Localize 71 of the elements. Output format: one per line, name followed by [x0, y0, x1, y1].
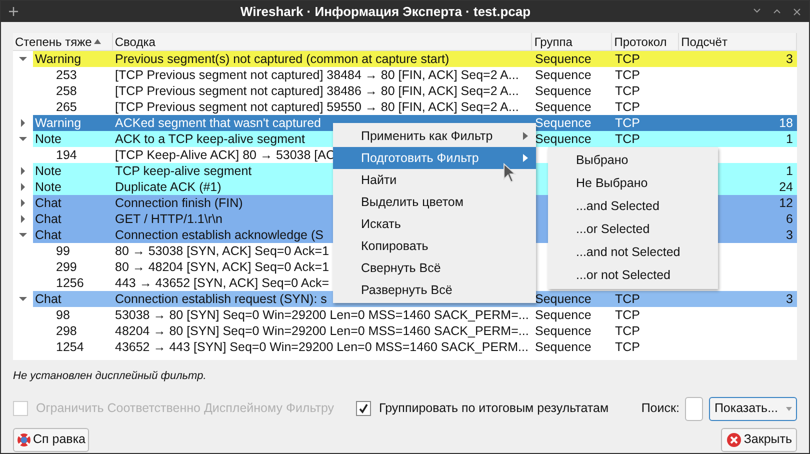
checkbox-label: Группировать по итоговым результатам	[379, 400, 609, 418]
summary-cell: Connection establish acknowledge (S	[115, 228, 324, 242]
packet-number: 258	[55, 84, 78, 98]
summary-cell: Duplicate ACK (#1)	[115, 180, 222, 194]
packet-number: 1256	[55, 276, 85, 290]
summary-cell: GET / HTTP/1.1\r\n	[115, 212, 222, 226]
summary-cell: 80 → 48204 [SYN, ACK] Seq=0 Ack=1	[115, 260, 330, 274]
protocol-cell: TCP	[615, 52, 640, 66]
count-cell: 3	[786, 228, 793, 242]
summary-cell: TCP keep-alive segment	[115, 164, 252, 178]
protocol-cell: TCP	[615, 308, 640, 322]
group-cell: Sequence	[535, 68, 592, 82]
group-cell: Sequence	[535, 340, 592, 354]
group-cell: Sequence	[535, 292, 592, 306]
count-cell: 12	[779, 196, 793, 210]
protocol-cell: TCP	[615, 132, 640, 146]
checkbox-label: Ограничить Соответственно Дисплейному Фильтру	[36, 400, 334, 418]
group-cell: Sequence	[535, 84, 592, 98]
severity-cell-text: Note	[34, 132, 62, 146]
count-cell: 6	[786, 212, 793, 226]
window-title: Wireshark · Информация Эксперта · test.pcap	[239, 2, 532, 21]
packet-number: 99	[55, 244, 71, 258]
protocol-cell: TCP	[615, 116, 640, 130]
protocol-cell: TCP	[615, 100, 640, 114]
packet-number: 253	[55, 68, 78, 82]
group-cell: Sequence	[535, 100, 592, 114]
group-cell: Sequence	[535, 116, 592, 130]
summary-cell: 80 → 53038 [SYN, ACK] Seq=0 Ack=1	[115, 244, 330, 258]
summary-cell: Connection establish request (SYN): s	[115, 292, 327, 306]
group-cell: Sequence	[535, 308, 592, 322]
severity-cell-text: Chat	[34, 212, 62, 226]
summary-cell: 53038 → 80 [SYN] Seq=0 Win=29200 Len=0 MSS=1460 SACK_PERM=...	[115, 308, 529, 322]
packet-number: 299	[55, 260, 78, 274]
severity-cell-text: Note	[34, 180, 62, 194]
summary-cell: [TCP Previous segment not captured] 59550 → 80 [FIN, ACK] Seq=2 A...	[115, 100, 519, 114]
count-cell: 1	[786, 132, 793, 146]
group-cell: Sequence	[535, 324, 592, 338]
search-label: Поиск:	[641, 400, 680, 418]
count-cell: 3	[786, 292, 793, 306]
severity-cell-text: Warning	[34, 116, 82, 130]
severity-cell-text: Note	[34, 164, 62, 178]
protocol-cell: TCP	[615, 340, 640, 354]
count-cell: 24	[779, 180, 793, 194]
protocol-cell: TCP	[615, 324, 640, 338]
summary-cell: 48204 → 80 [SYN] Seq=0 Win=29200 Len=0 MSS=1460 SACK_PERM=...	[115, 324, 529, 338]
count-cell: 1	[786, 164, 793, 178]
summary-cell: ACK to a TCP keep-alive segment	[115, 132, 305, 146]
summary-cell: Previous segment(s) not captured (common at capture start)	[115, 52, 450, 66]
packet-number: 298	[55, 324, 78, 338]
protocol-cell: TCP	[615, 68, 640, 82]
group-cell: Sequence	[535, 132, 592, 146]
summary-cell: 43652 → 443 [SYN] Seq=0 Win=29200 Len=0 MSS=1460 SACK_PERM...	[115, 340, 528, 354]
count-cell: 18	[779, 116, 793, 130]
count-cell: 3	[786, 52, 793, 66]
packet-number: 265	[55, 100, 78, 114]
packet-number: 98	[55, 308, 71, 322]
protocol-cell: TCP	[615, 292, 640, 306]
summary-cell: ACKed segment that wasn't captured	[115, 116, 321, 130]
summary-cell: Connection finish (FIN)	[115, 196, 243, 210]
filter-status: Не установлен дисплейный фильтр.	[13, 369, 208, 384]
severity-cell-text: Warning	[34, 52, 82, 66]
severity-cell-text: Chat	[34, 228, 62, 242]
severity-cell-text: Chat	[34, 292, 62, 306]
packet-number: 194	[55, 148, 78, 162]
severity-cell-text: Chat	[34, 196, 62, 210]
group-cell: Sequence	[535, 52, 592, 66]
summary-cell: [TCP Previous segment not captured] 38486 → 80 [FIN, ACK] Seq=2 A...	[115, 84, 519, 98]
packet-number: 1254	[55, 340, 85, 354]
summary-cell: [TCP Previous segment not captured] 38484 → 80 [FIN, ACK] Seq=2 A...	[115, 68, 519, 82]
summary-cell: 443 → 43652 [SYN, ACK] Seq=0 Ack=	[115, 276, 330, 290]
protocol-cell: TCP	[615, 84, 640, 98]
